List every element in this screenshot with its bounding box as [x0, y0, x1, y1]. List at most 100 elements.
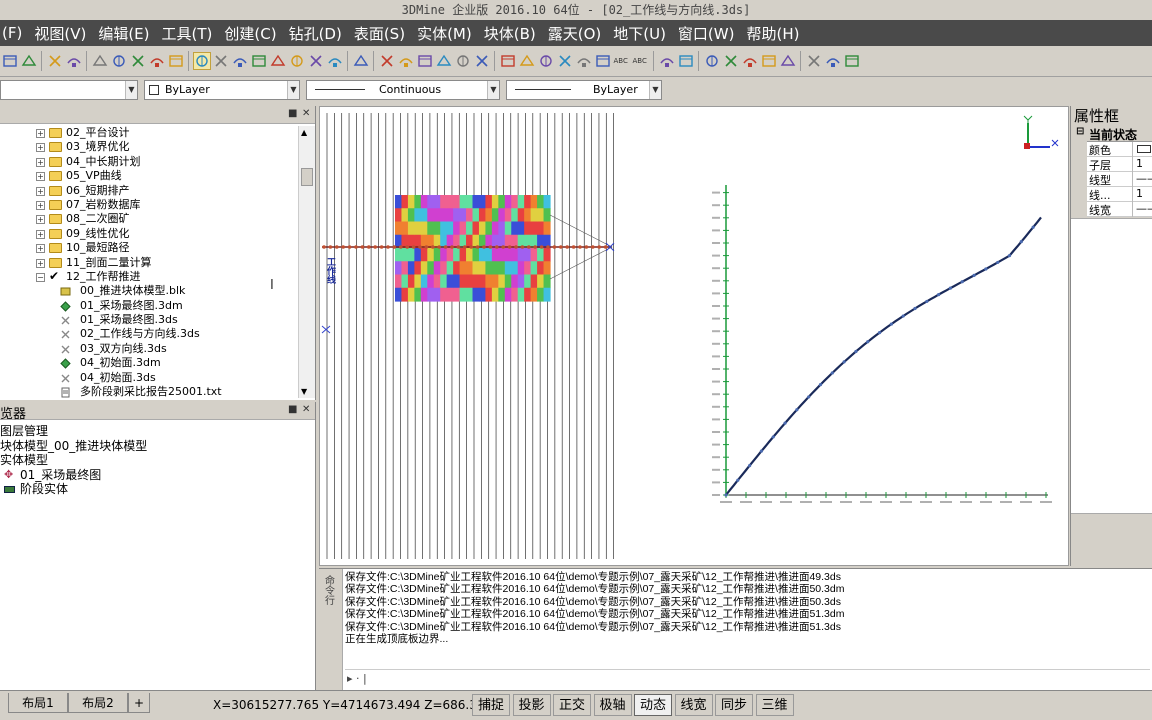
text-abc-icon[interactable]: ABC — [614, 53, 630, 69]
tree-item[interactable]: +05_VP曲线 — [0, 169, 298, 183]
layer-on-icon[interactable] — [704, 53, 720, 69]
pin-icon[interactable]: ■ — [288, 404, 297, 415]
menu-item-4[interactable]: 创建(C) — [224, 23, 276, 44]
box-icon[interactable] — [538, 53, 554, 69]
expand-icon[interactable]: + — [36, 200, 45, 210]
expand-icon[interactable]: + — [36, 172, 45, 182]
filter-icon[interactable] — [806, 53, 822, 69]
grid-icon[interactable] — [519, 53, 535, 69]
flip-icon[interactable] — [659, 53, 675, 69]
layer-off-icon[interactable] — [723, 53, 739, 69]
tree-item[interactable]: 00_推进块体模型.blk — [0, 284, 298, 298]
open-icon[interactable] — [2, 53, 18, 69]
arc-icon[interactable] — [474, 53, 490, 69]
scroll-thumb[interactable] — [301, 168, 313, 186]
menu-item-5[interactable]: 钻孔(D) — [289, 23, 342, 44]
tree-item[interactable]: 01_采场最终图.3dm — [0, 299, 298, 313]
pin-icon[interactable]: ■ — [288, 108, 297, 119]
help-icon[interactable] — [353, 53, 369, 69]
close-icon[interactable]: ✕ — [302, 108, 310, 119]
menu-item-1[interactable]: 视图(V) — [34, 23, 86, 44]
tree-item[interactable]: +02_平台设计 — [0, 126, 298, 140]
expand-icon[interactable]: + — [36, 157, 45, 167]
target-icon[interactable] — [379, 53, 395, 69]
tree-item[interactable]: +10_最短路径 — [0, 241, 298, 255]
browser-item[interactable]: 阶段实体 — [0, 482, 316, 497]
collapse-icon[interactable]: ⊟ — [1076, 126, 1084, 137]
status-toggle-7[interactable]: 三维 — [755, 694, 794, 716]
pan-icon[interactable] — [289, 53, 305, 69]
block-icon[interactable] — [844, 53, 860, 69]
property-row[interactable]: 线... 1 — [1087, 187, 1152, 202]
browser-item[interactable]: ✥ 01_采场最终图 — [0, 468, 316, 483]
linewidth-combo[interactable]: ByLayer ▼ — [506, 80, 662, 100]
property-row[interactable]: 颜色 — [1087, 142, 1152, 157]
viewport-canvas[interactable] — [320, 107, 1069, 566]
move-icon[interactable] — [213, 53, 229, 69]
copy-icon[interactable] — [130, 53, 146, 69]
menu-item-9[interactable]: 露天(O) — [548, 23, 602, 44]
polyline-icon[interactable] — [500, 53, 516, 69]
light-icon[interactable] — [455, 53, 471, 69]
rectangle-icon[interactable] — [232, 53, 248, 69]
zoom-icon[interactable] — [270, 53, 286, 69]
trim-icon[interactable] — [557, 53, 573, 69]
move-point-icon[interactable] — [398, 53, 414, 69]
layer-combo[interactable]: ▼ — [0, 80, 138, 100]
paste-icon[interactable] — [149, 53, 165, 69]
menu-item-8[interactable]: 块体(B) — [484, 23, 536, 44]
extend-icon[interactable] — [576, 53, 592, 69]
tree-item[interactable]: +11_剖面二量计算 — [0, 256, 298, 270]
edit-icon[interactable] — [327, 53, 343, 69]
layer-color-icon[interactable] — [780, 53, 796, 69]
check-icon[interactable]: ✔ — [49, 269, 59, 283]
snap-icon[interactable] — [678, 53, 694, 69]
menu-item-7[interactable]: 实体(M) — [417, 23, 472, 44]
tree-scrollbar[interactable]: ▲ ▼ — [298, 126, 315, 398]
menu-item-10[interactable]: 地下(U) — [613, 23, 666, 44]
property-row[interactable]: 线宽 —— — [1087, 202, 1152, 217]
tree-item[interactable]: +03_境界优化 — [0, 140, 298, 154]
status-toggle-6[interactable]: 同步 — [715, 694, 754, 716]
expand-icon[interactable]: + — [36, 143, 45, 153]
command-input[interactable]: ▸ · | — [345, 669, 1150, 689]
expand-icon[interactable]: + — [36, 229, 45, 239]
select-icon[interactable] — [192, 52, 211, 70]
add-layout-tab[interactable]: + — [128, 693, 150, 713]
tree-item[interactable]: +06_短期排产 — [0, 184, 298, 198]
scroll-down-icon[interactable]: ▼ — [301, 387, 307, 396]
menu-item-0[interactable]: (F) — [2, 24, 22, 42]
scroll-up-icon[interactable]: ▲ — [301, 128, 307, 137]
menu-item-11[interactable]: 窗口(W) — [678, 23, 735, 44]
status-toggle-4[interactable]: 动态 — [634, 694, 673, 716]
status-toggle-3[interactable]: 极轴 — [593, 694, 632, 716]
undo-icon[interactable] — [92, 53, 108, 69]
tree-item[interactable]: 02_工作线与方向线.3ds — [0, 327, 298, 341]
collapse-icon[interactable]: − — [36, 272, 45, 282]
close-icon[interactable]: ✕ — [302, 404, 310, 415]
property-row[interactable]: 线型 —— — [1087, 172, 1152, 187]
render-icon[interactable] — [417, 53, 433, 69]
menu-item-3[interactable]: 工具(T) — [162, 23, 213, 44]
tree-item[interactable]: − ✔ 12_工作帮推进 — [0, 269, 298, 284]
graphics-viewport[interactable]: 工作线 — [319, 106, 1069, 566]
expand-icon[interactable]: + — [36, 244, 45, 254]
save-icon[interactable] — [21, 53, 37, 69]
tree-item[interactable]: 01_采场最终图.3ds — [0, 313, 298, 327]
linetype-combo[interactable]: Continuous ▼ — [306, 80, 500, 100]
tree-item[interactable]: +08_二次圈矿 — [0, 212, 298, 226]
menu-item-12[interactable]: 帮助(H) — [746, 23, 799, 44]
layout-tab[interactable]: 布局2 — [68, 693, 128, 713]
table-icon[interactable] — [825, 53, 841, 69]
menu-item-6[interactable]: 表面(S) — [354, 23, 405, 44]
color-combo[interactable]: ByLayer ▼ — [144, 80, 300, 100]
menu-item-2[interactable]: 编辑(E) — [98, 23, 149, 44]
browser-item[interactable]: 实体模型 — [0, 453, 316, 468]
tree-item[interactable]: 多阶段剥采比报告25001.txt — [0, 385, 298, 398]
tree-item[interactable]: 04_初始面.3dm — [0, 356, 298, 370]
expand-icon[interactable]: + — [36, 186, 45, 196]
print-icon[interactable] — [47, 53, 63, 69]
redo-icon[interactable] — [111, 53, 127, 69]
tree-item[interactable]: +04_中长期计划 — [0, 155, 298, 169]
tree-item[interactable]: +09_线性优化 — [0, 227, 298, 241]
